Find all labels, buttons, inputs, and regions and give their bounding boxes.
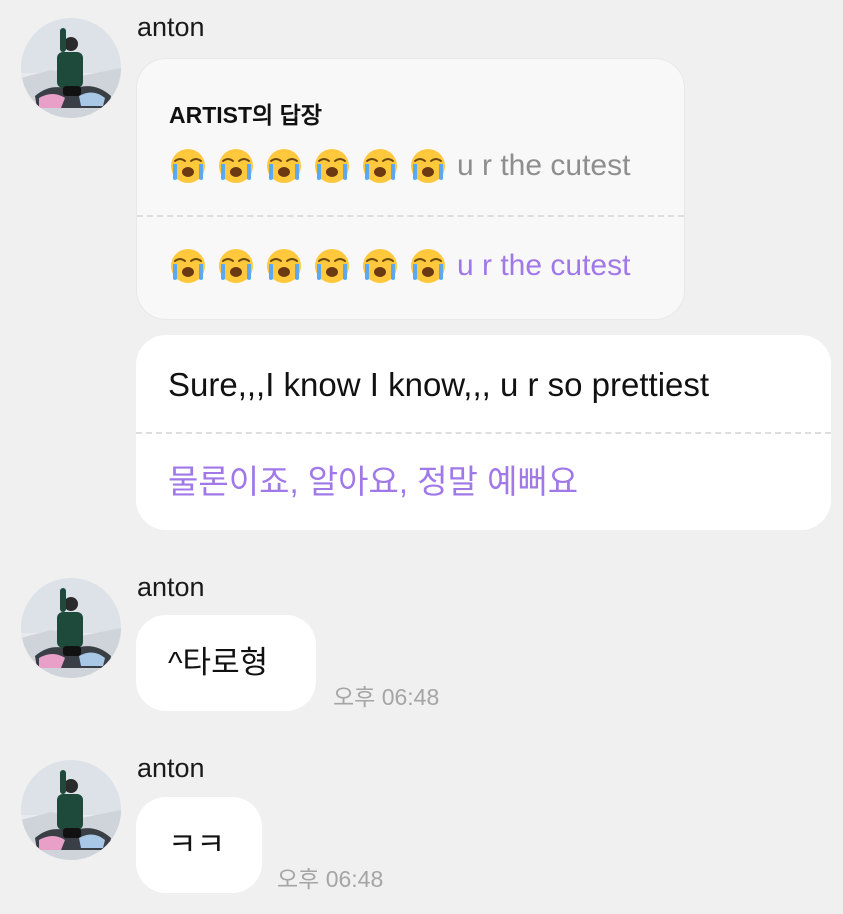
reply-bubble[interactable]: ARTIST의 답장 u r the cutest u r the cutest [136,58,685,320]
message-bubble[interactable]: Sure,,,I know I know,,, u r so prettiest… [136,335,831,530]
sender-name: anton [137,12,205,42]
loudly-crying-face-icon [409,147,447,185]
reply-translated-text: u r the cutest [457,249,631,282]
message-translated-text: 물론이죠, 알아요, 정말 예뻐요 [168,463,579,500]
sender-name: anton [137,753,205,783]
loudly-crying-face-icon [217,147,255,185]
message-text: ^타로형 [168,645,269,680]
sender-name: anton [137,572,205,602]
loudly-crying-face-icon [169,247,207,285]
loudly-crying-face-icon [265,247,303,285]
message-timestamp: 오후 06:48 [277,866,384,892]
loudly-crying-face-icon [361,147,399,185]
reply-translated-line: u r the cutest [169,246,630,286]
reply-original-text: u r the cutest [457,149,631,182]
loudly-crying-face-icon [361,247,399,285]
loudly-crying-face-icon [409,247,447,285]
translation-divider [137,215,684,217]
avatar[interactable] [21,760,121,860]
message-bubble[interactable]: ^타로형 [136,615,316,711]
message-timestamp: 오후 06:48 [333,684,440,710]
message-bubble[interactable]: ㅋㅋ [136,797,262,893]
reply-heading: ARTIST의 답장 [169,102,322,128]
translation-divider [136,432,831,434]
loudly-crying-face-icon [217,247,255,285]
loudly-crying-face-icon [169,147,207,185]
avatar[interactable] [21,18,121,118]
loudly-crying-face-icon [313,147,351,185]
loudly-crying-face-icon [313,247,351,285]
avatar[interactable] [21,578,121,678]
loudly-crying-face-icon [265,147,303,185]
message-text: ㅋㅋ [168,827,226,862]
message-original-text: Sure,,,I know I know,,, u r so prettiest [168,366,710,403]
reply-original-line: u r the cutest [169,146,630,186]
